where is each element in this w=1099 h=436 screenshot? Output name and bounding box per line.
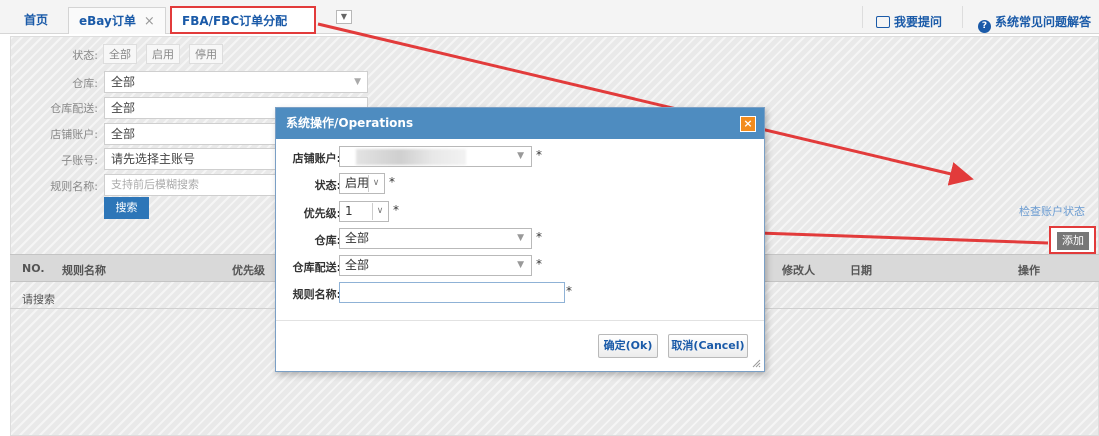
redacted-value [356,149,466,165]
chevron-down-icon: ▼ [517,260,524,270]
dialog-priority-select[interactable]: 1 ∨ [339,201,389,222]
required-mark: * [536,257,542,271]
required-mark: * [389,175,395,189]
required-mark: * [393,203,399,217]
dialog-delivery-label: 仓库配送: [292,261,341,274]
dialog-delivery-value: 全部 [345,258,370,272]
dialog-warehouse-select[interactable]: 全部 ▼ [339,228,532,249]
required-mark: * [566,284,572,298]
dialog-rulename-input[interactable] [339,282,565,303]
dialog-status-value: 启用 [345,176,370,190]
dialog-shop-label: 店铺账户: [292,152,341,165]
chevron-down-icon: ▼ [517,151,524,161]
dialog-status-select[interactable]: 启用 ∨ [339,173,385,194]
close-icon[interactable]: × [740,116,756,132]
dialog-status-label: 状态: [314,179,341,192]
cancel-button[interactable]: 取消(Cancel) [668,334,748,358]
ok-button[interactable]: 确定(Ok) [598,334,658,358]
dialog-warehouse-label: 仓库: [314,234,341,247]
chevron-down-icon: ▼ [517,233,524,243]
dialog-rulename-label: 规则名称: [292,288,341,301]
chevron-down-icon: ∨ [368,175,383,192]
operations-dialog: 系统操作/Operations × 店铺账户: ▼ * 状态: 启用 ∨ * 优… [275,107,765,372]
chevron-down-icon: ∨ [372,203,387,220]
dialog-title: 系统操作/Operations [276,108,764,139]
arrow-from-add-button [724,220,1049,245]
dialog-priority-label: 优先级: [303,207,341,220]
required-mark: * [536,148,542,162]
dialog-delivery-select[interactable]: 全部 ▼ [339,255,532,276]
dialog-shop-select[interactable]: ▼ [339,146,532,167]
dialog-priority-value: 1 [345,204,353,218]
required-mark: * [536,230,542,244]
resize-grip-icon[interactable] [751,358,761,368]
dialog-warehouse-value: 全部 [345,231,370,245]
divider [276,320,764,321]
